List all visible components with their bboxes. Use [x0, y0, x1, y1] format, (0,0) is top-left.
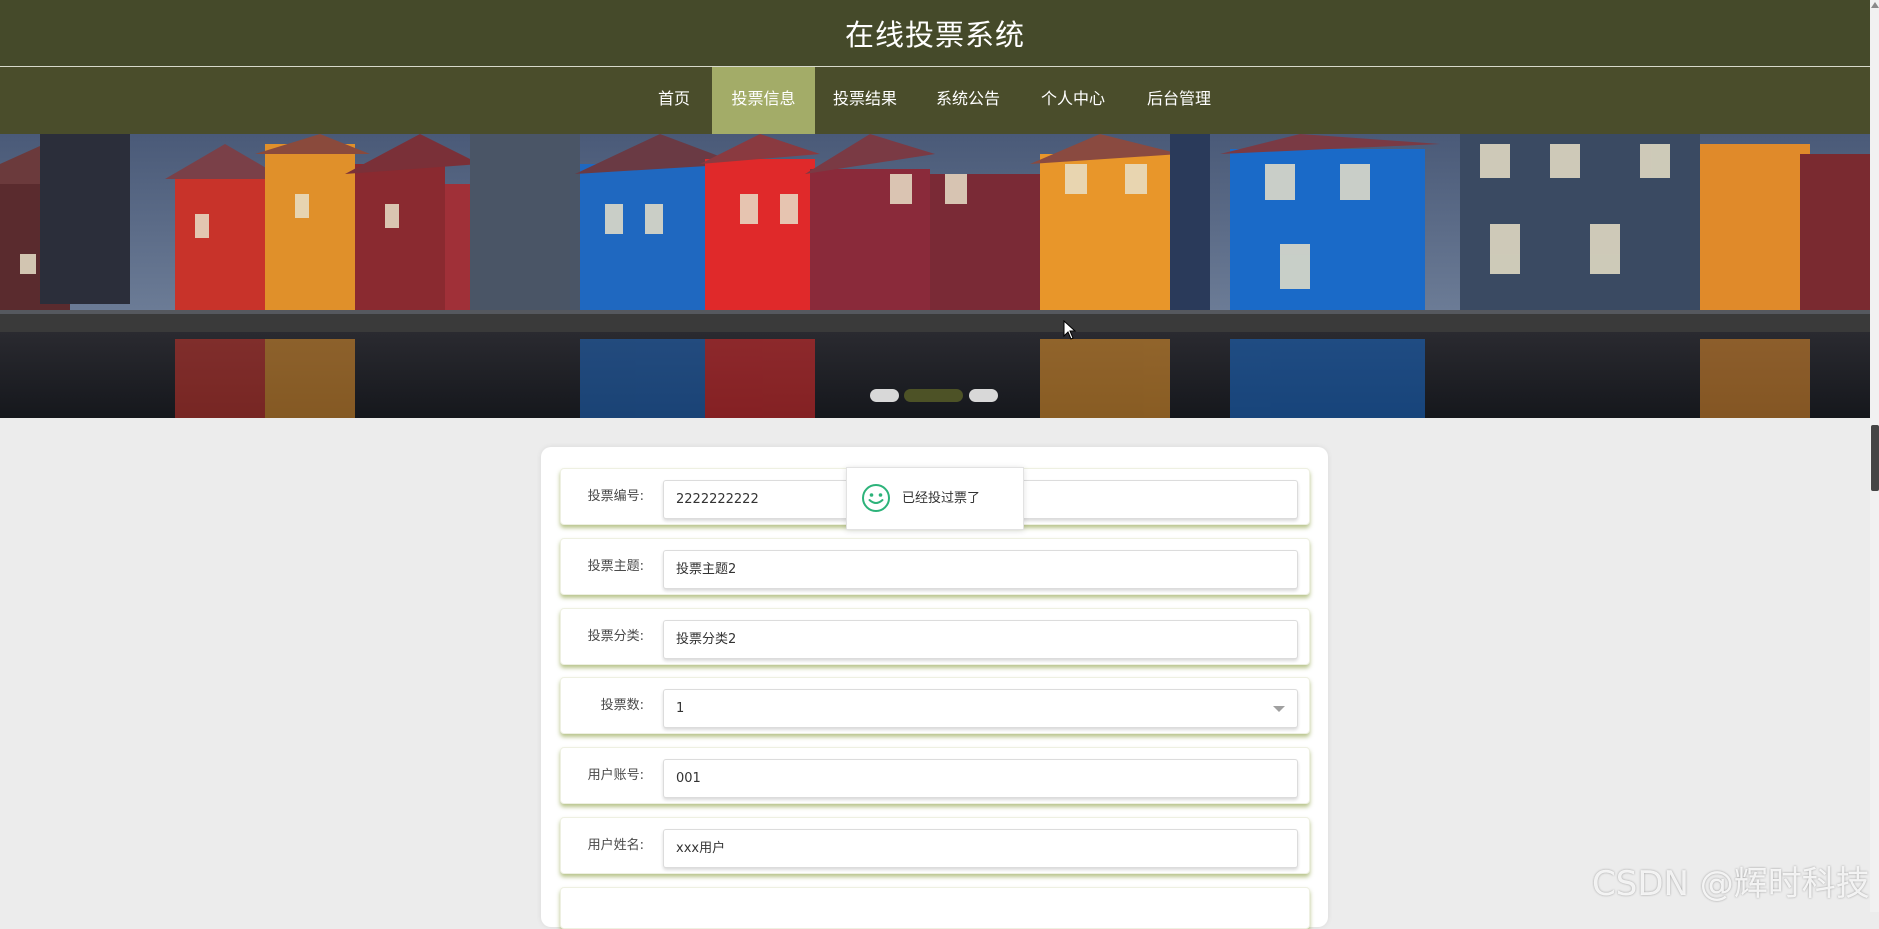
toast-message: 已经投过票了	[846, 467, 1024, 530]
field-row-user-name: 用户姓名: xxx用户	[560, 817, 1310, 874]
field-label-user-account: 用户账号:	[587, 768, 644, 783]
vote-category-input[interactable]: 投票分类2	[663, 620, 1298, 659]
nav-item-announcements[interactable]: 系统公告	[927, 67, 1009, 134]
watermark: CSDN @辉时科技	[1592, 864, 1870, 904]
field-label-vote-id: 投票编号:	[587, 489, 644, 504]
vote-count-select[interactable]: 1	[663, 689, 1298, 728]
user-account-input[interactable]: 001	[663, 759, 1298, 798]
banner-carousel[interactable]	[0, 134, 1870, 418]
toast-text: 已经投过票了	[902, 491, 981, 506]
nav-item-home[interactable]: 首页	[648, 67, 700, 134]
field-label-user-name: 用户姓名:	[587, 838, 644, 853]
carousel-dot-1[interactable]	[870, 389, 899, 402]
nav-item-admin[interactable]: 后台管理	[1138, 67, 1220, 134]
field-row-vote-time-partial	[560, 887, 1310, 929]
field-row-vote-count: 投票数: 1	[560, 677, 1310, 734]
site-header: 在线投票系统	[0, 0, 1870, 67]
smile-icon	[862, 484, 890, 512]
carousel-dot-2[interactable]	[904, 389, 963, 402]
nav-item-vote-results[interactable]: 投票结果	[825, 67, 905, 134]
nav-item-personal-center[interactable]: 个人中心	[1032, 67, 1114, 134]
field-label-vote-category: 投票分类:	[587, 629, 644, 644]
site-title: 在线投票系统	[844, 18, 1025, 52]
vote-topic-input[interactable]: 投票主题2	[663, 550, 1298, 589]
banner-image	[0, 134, 1870, 418]
field-label-vote-count: 投票数:	[600, 698, 644, 713]
mouse-cursor-icon	[1063, 320, 1077, 340]
vote-count-value: 1	[676, 701, 685, 716]
scrollbar-thumb[interactable]	[1871, 425, 1879, 491]
field-row-vote-category: 投票分类: 投票分类2	[560, 608, 1310, 665]
field-row-user-account: 用户账号: 001	[560, 747, 1310, 804]
nav-item-vote-info[interactable]: 投票信息	[712, 67, 815, 134]
field-row-vote-topic: 投票主题: 投票主题2	[560, 538, 1310, 595]
chevron-down-icon[interactable]	[1273, 706, 1285, 712]
user-name-input[interactable]: xxx用户	[663, 829, 1298, 868]
carousel-dot-3[interactable]	[969, 389, 998, 402]
main-nav: 首页 投票信息 投票结果 系统公告 个人中心 后台管理	[0, 67, 1870, 134]
field-label-vote-topic: 投票主题:	[587, 559, 644, 574]
scroll-up-arrow-icon[interactable]	[1871, 2, 1879, 8]
